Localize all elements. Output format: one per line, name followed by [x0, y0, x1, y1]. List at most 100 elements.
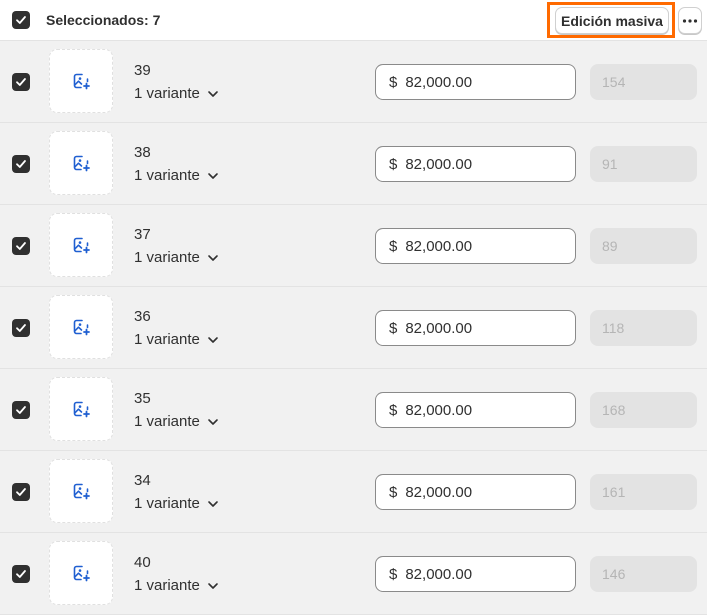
- bulk-edit-button[interactable]: Edición masiva: [555, 7, 669, 34]
- product-row[interactable]: 40 1 variante $ 82,000.00 146: [0, 533, 707, 615]
- variants-toggle[interactable]: 1 variante: [134, 167, 220, 184]
- price-input[interactable]: $ 82,000.00: [375, 64, 576, 100]
- chevron-down-icon: [208, 582, 218, 589]
- variants-toggle[interactable]: 1 variante: [134, 249, 220, 266]
- currency-symbol: $: [389, 237, 398, 255]
- chevron-down-icon: [208, 172, 218, 179]
- variants-label: 1 variante: [134, 85, 200, 102]
- product-image-placeholder[interactable]: [49, 541, 113, 605]
- add-image-icon: [73, 401, 90, 418]
- row-checkbox[interactable]: [12, 237, 30, 255]
- price-input[interactable]: $ 82,000.00: [375, 310, 576, 346]
- row-checkbox[interactable]: [12, 319, 30, 337]
- row-checkbox[interactable]: [12, 401, 30, 419]
- variants-label: 1 variante: [134, 413, 200, 430]
- product-title: 36: [134, 308, 151, 325]
- add-image-icon: [73, 237, 90, 254]
- row-checkbox[interactable]: [12, 73, 30, 91]
- product-list: 39 1 variante $ 82,000.00 154 38 1 varia…: [0, 41, 707, 615]
- currency-symbol: $: [389, 565, 398, 583]
- price-input[interactable]: $ 82,000.00: [375, 392, 576, 428]
- product-image-placeholder[interactable]: [49, 131, 113, 195]
- product-image-placeholder[interactable]: [49, 49, 113, 113]
- currency-symbol: $: [389, 73, 398, 91]
- price-value: 82,000.00: [405, 155, 473, 173]
- product-title: 39: [134, 62, 151, 79]
- variants-toggle[interactable]: 1 variante: [134, 413, 220, 430]
- variants-toggle[interactable]: 1 variante: [134, 495, 220, 512]
- quantity-value: 154: [602, 74, 626, 90]
- quantity-value: 91: [602, 156, 618, 172]
- quantity-value: 118: [602, 320, 625, 336]
- price-input[interactable]: $ 82,000.00: [375, 228, 576, 264]
- check-icon: [16, 16, 26, 24]
- check-icon: [16, 160, 26, 168]
- product-title: 38: [134, 144, 151, 161]
- select-all-checkbox[interactable]: [12, 11, 30, 29]
- ellipsis-horizontal-icon: [682, 18, 698, 23]
- price-input[interactable]: $ 82,000.00: [375, 146, 576, 182]
- chevron-down-icon: [208, 500, 218, 507]
- quantity-value: 146: [602, 566, 626, 582]
- quantity-field: 154: [590, 64, 697, 100]
- product-row[interactable]: 39 1 variante $ 82,000.00 154: [0, 41, 707, 123]
- product-title: 37: [134, 226, 151, 243]
- variants-toggle[interactable]: 1 variante: [134, 577, 220, 594]
- product-title: 35: [134, 390, 151, 407]
- chevron-down-icon: [208, 336, 218, 343]
- price-value: 82,000.00: [405, 73, 473, 91]
- variants-label: 1 variante: [134, 495, 200, 512]
- product-title: 40: [134, 554, 151, 571]
- product-image-placeholder[interactable]: [49, 295, 113, 359]
- quantity-value: 89: [602, 238, 618, 254]
- add-image-icon: [73, 73, 90, 90]
- check-icon: [16, 242, 26, 250]
- currency-symbol: $: [389, 483, 398, 501]
- quantity-field: 118: [590, 310, 697, 346]
- row-checkbox[interactable]: [12, 155, 30, 173]
- variants-label: 1 variante: [134, 331, 200, 348]
- price-value: 82,000.00: [405, 237, 473, 255]
- selected-count-label: Seleccionados: 7: [46, 12, 161, 28]
- product-row[interactable]: 35 1 variante $ 82,000.00 168: [0, 369, 707, 451]
- chevron-down-icon: [208, 418, 218, 425]
- chevron-down-icon: [208, 254, 218, 261]
- check-icon: [16, 324, 26, 332]
- row-checkbox[interactable]: [12, 565, 30, 583]
- product-row[interactable]: 38 1 variante $ 82,000.00 91: [0, 123, 707, 205]
- row-checkbox[interactable]: [12, 483, 30, 501]
- product-row[interactable]: 34 1 variante $ 82,000.00 161: [0, 451, 707, 533]
- more-actions-button[interactable]: [678, 7, 702, 34]
- quantity-field: 161: [590, 474, 697, 510]
- price-value: 82,000.00: [405, 401, 473, 419]
- product-image-placeholder[interactable]: [49, 459, 113, 523]
- variants-toggle[interactable]: 1 variante: [134, 85, 220, 102]
- check-icon: [16, 488, 26, 496]
- variants-label: 1 variante: [134, 577, 200, 594]
- product-row[interactable]: 36 1 variante $ 82,000.00 118: [0, 287, 707, 369]
- product-image-placeholder[interactable]: [49, 377, 113, 441]
- product-image-placeholder[interactable]: [49, 213, 113, 277]
- quantity-value: 168: [602, 402, 626, 418]
- add-image-icon: [73, 319, 90, 336]
- price-value: 82,000.00: [405, 483, 473, 501]
- chevron-down-icon: [208, 90, 218, 97]
- check-icon: [16, 78, 26, 86]
- add-image-icon: [73, 565, 90, 582]
- currency-symbol: $: [389, 319, 398, 337]
- product-title: 34: [134, 472, 151, 489]
- add-image-icon: [73, 155, 90, 172]
- variants-label: 1 variante: [134, 167, 200, 184]
- price-input[interactable]: $ 82,000.00: [375, 474, 576, 510]
- quantity-field: 89: [590, 228, 697, 264]
- quantity-field: 91: [590, 146, 697, 182]
- quantity-field: 168: [590, 392, 697, 428]
- product-row[interactable]: 37 1 variante $ 82,000.00 89: [0, 205, 707, 287]
- currency-symbol: $: [389, 401, 398, 419]
- currency-symbol: $: [389, 155, 398, 173]
- selection-header: Seleccionados: 7 Edición masiva: [0, 0, 707, 41]
- quantity-value: 161: [602, 484, 626, 500]
- add-image-icon: [73, 483, 90, 500]
- variants-toggle[interactable]: 1 variante: [134, 331, 220, 348]
- price-input[interactable]: $ 82,000.00: [375, 556, 576, 592]
